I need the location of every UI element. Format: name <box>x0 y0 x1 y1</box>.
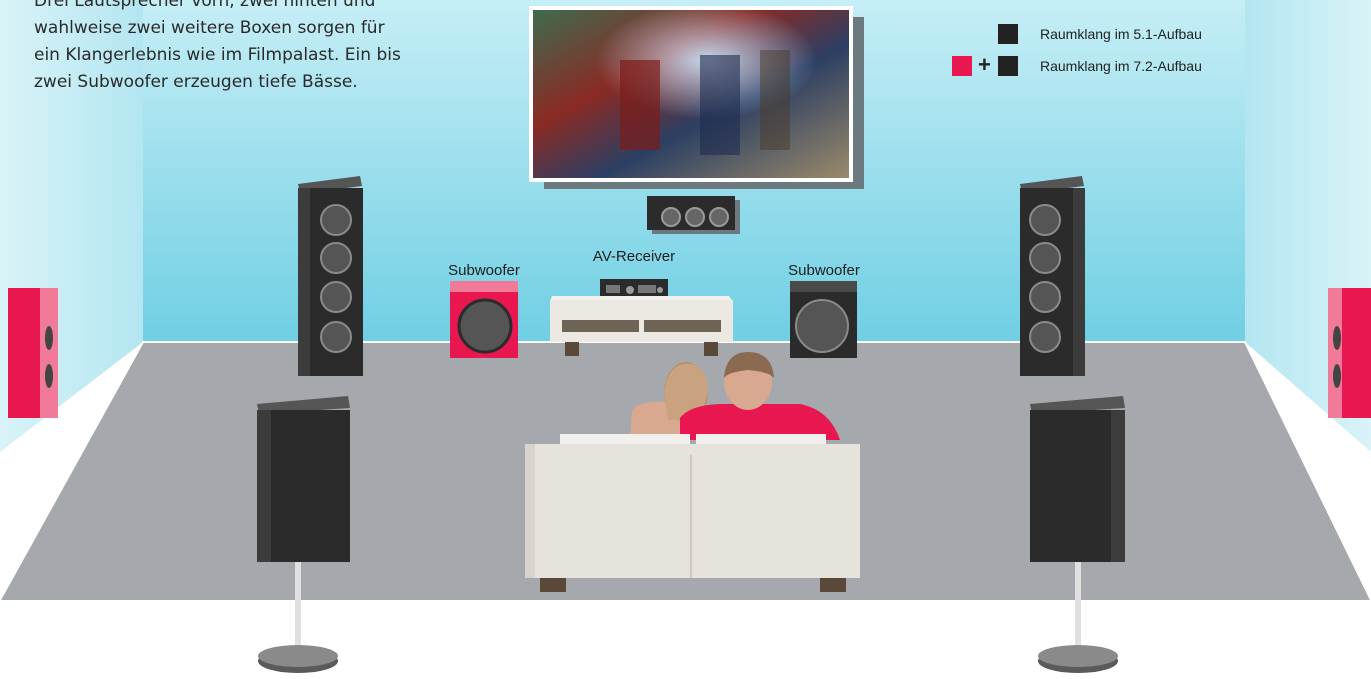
intro-line-4: zwei Subwoofer erzeugen tiefe Bässe. <box>34 72 358 92</box>
legend-swatch-dark <box>998 24 1018 44</box>
subwoofer-left <box>450 281 518 358</box>
surround-back-left-speaker <box>8 288 58 418</box>
label-subwoofer-left: Subwoofer <box>448 262 520 279</box>
intro-line-3: ein Klangerlebnis wie im Filmpalast. Ein… <box>34 45 401 65</box>
front-left-tower-speaker <box>298 176 363 376</box>
surround-right-stand-speaker <box>1030 396 1125 673</box>
intro-text: Drei Lautsprecher vorn, zwei hinten und … <box>34 0 494 96</box>
legend-item-5-1: Raumklang im 5.1-Aufbau <box>950 24 1250 56</box>
surround-back-right-speaker <box>1328 288 1371 418</box>
intro-line-2: wahlweise zwei weitere Boxen sorgen für <box>34 18 385 38</box>
label-av-receiver: AV-Receiver <box>592 248 676 265</box>
legend: Raumklang im 5.1-Aufbau + Raumklang im 7… <box>950 24 1250 88</box>
home-theater-illustration <box>0 0 1371 673</box>
legend-label-5-1: Raumklang im 5.1-Aufbau <box>1040 26 1202 42</box>
legend-label-7-2: Raumklang im 7.2-Aufbau <box>1040 58 1202 74</box>
legend-swatch-red <box>952 56 972 76</box>
tv <box>529 6 864 189</box>
sofa <box>525 434 860 592</box>
intro-line-1: Drei Lautsprecher vorn, zwei hinten und <box>34 0 376 11</box>
legend-plus: + <box>978 52 991 77</box>
label-subwoofer-right: Subwoofer <box>788 262 860 279</box>
subwoofer-right <box>790 281 857 358</box>
legend-item-7-2: + Raumklang im 7.2-Aufbau <box>950 52 1250 88</box>
center-speaker <box>647 196 740 234</box>
front-right-tower-speaker <box>1020 176 1085 376</box>
surround-left-stand-speaker <box>257 396 350 673</box>
legend-swatch-dark-2 <box>998 56 1018 76</box>
